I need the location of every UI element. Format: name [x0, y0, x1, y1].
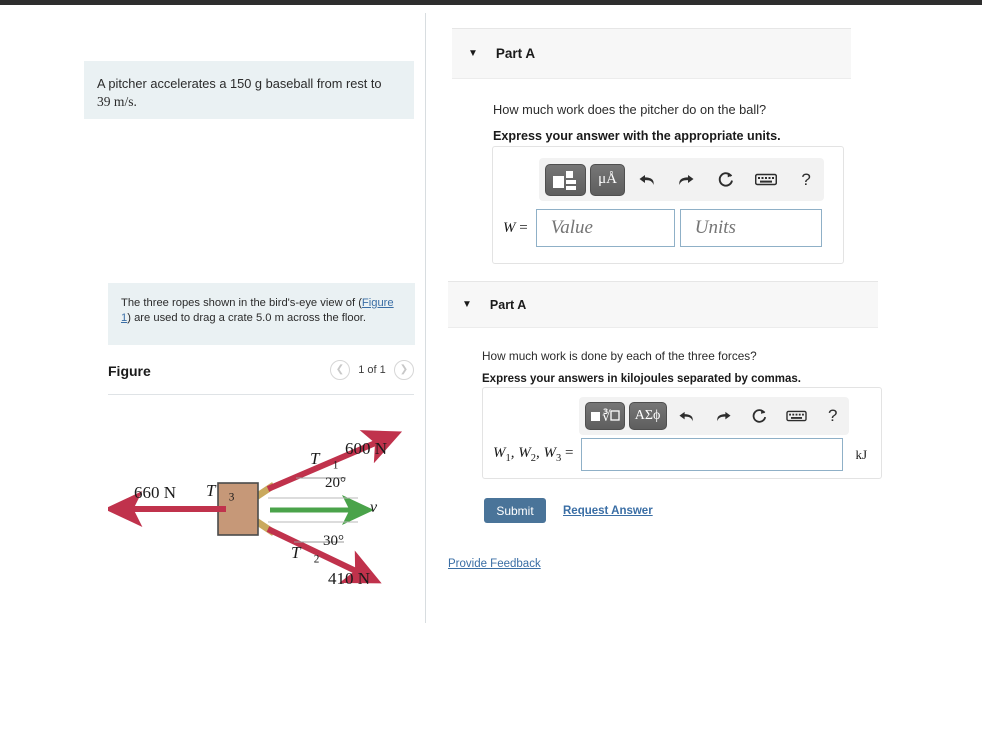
problem-statement-2: The three ropes shown in the bird's-eye … — [108, 283, 415, 345]
panel-2-variable-label: W1, W2, W3 = — [493, 445, 574, 464]
panel-2-answer-card: ∛ ΑΣϕ ? W1, W2, W3 = kJ — [482, 387, 882, 479]
panel-1-title: Part A — [495, 46, 536, 61]
math-template-icon[interactable] — [545, 163, 587, 196]
caret-down-icon[interactable]: ▼ — [468, 48, 478, 59]
combined-answer-input[interactable] — [581, 438, 844, 471]
reset-glyph — [719, 171, 734, 187]
sqrt-template-glyph: ∛ — [590, 408, 620, 425]
problem-statement-1-text: A pitcher accelerates a 150 g baseball f… — [97, 75, 398, 111]
label-t2-angle: 30° — [323, 533, 344, 549]
undo-arrow-icon[interactable] — [629, 163, 665, 197]
label-t1: T⃗1 — [310, 449, 339, 472]
problem-1-text-math: 39 m/s. — [97, 94, 137, 109]
figure-diagram: 600 N T⃗1 20° 660 N T⃗3 30° T⃗2 410 N v⃗ — [104, 405, 414, 610]
unit-suffix-label: kJ — [855, 446, 868, 462]
label-t2-magnitude: 410 N — [328, 569, 371, 588]
units-input[interactable] — [679, 209, 822, 247]
panel-1-instruction: Express your answer with the appropriate… — [493, 129, 781, 143]
units-button[interactable]: μÅ — [590, 163, 625, 196]
label-t1-magnitude: 600 N — [345, 439, 388, 458]
keyboard-glyph — [786, 410, 807, 422]
undo-glyph — [679, 411, 694, 421]
svg-text:∛: ∛ — [602, 408, 611, 425]
figure-pager: ❮ 1 of 1 ❯ — [330, 360, 414, 380]
problem-2-text-lead: The three ropes shown in the bird's-eye … — [121, 297, 362, 309]
figure-divider — [108, 394, 414, 395]
value-input[interactable] — [535, 209, 675, 247]
panel-1-variable-label: W = — [503, 219, 528, 236]
left-problem-column: A pitcher accelerates a 150 g baseball f… — [0, 5, 426, 738]
label-t2: T⃗2 — [291, 543, 320, 566]
request-answer-link[interactable]: Request Answer — [563, 505, 653, 517]
panel-2-body: How much work is done by each of the thr… — [448, 328, 882, 523]
greek-symbols-button[interactable]: ΑΣϕ — [628, 402, 667, 430]
chevron-right-icon: ❯ — [399, 364, 409, 375]
keyboard-icon[interactable] — [748, 163, 784, 197]
panel-1-question: How much work does the pitcher do on the… — [493, 102, 767, 117]
sqrt-template-icon[interactable]: ∛ — [585, 402, 625, 430]
redo-arrow-icon[interactable] — [669, 163, 705, 197]
undo-arrow-icon[interactable] — [671, 401, 704, 431]
figure-next-button[interactable]: ❯ — [394, 360, 414, 380]
label-velocity: v⃗ — [370, 499, 390, 516]
panel-2-answer-row: W1, W2, W3 = kJ — [493, 438, 867, 471]
math-template-glyph — [552, 170, 576, 190]
panel-1-answer-row: W = — [503, 209, 822, 247]
figure-header: Figure ❮ 1 of 1 ❯ — [108, 357, 414, 395]
panel-2-title: Part A — [489, 297, 527, 312]
label-t1-angle: 20° — [325, 475, 346, 491]
caret-down-icon[interactable]: ▼ — [462, 299, 472, 310]
panel-2-instruction: Express your answers in kilojoules separ… — [482, 373, 801, 385]
panel-1-body: How much work does the pitcher do on the… — [452, 79, 851, 264]
undo-glyph — [639, 174, 654, 185]
redo-glyph — [679, 174, 694, 185]
panel-1-math-toolbar: μÅ ? — [539, 158, 824, 201]
submit-button[interactable]: Submit — [484, 498, 546, 523]
help-button[interactable]: ? — [788, 163, 824, 197]
problem-statement-2-text: The three ropes shown in the bird's-eye … — [121, 296, 399, 326]
keyboard-icon[interactable] — [780, 401, 813, 431]
part-a-panel-2: ▼ Part A How much work is done by each o… — [448, 281, 882, 523]
column-divider — [425, 13, 426, 623]
problem-1-text-lead: A pitcher accelerates a 150 g baseball f… — [97, 76, 382, 91]
panel-1-header[interactable]: ▼ Part A — [452, 29, 851, 79]
part-a-panel-1: ▼ Part A How much work does the pitcher … — [452, 28, 851, 268]
problem-2-text-tail: ) are used to drag a crate 5.0 m across … — [127, 312, 367, 324]
redo-glyph — [717, 411, 731, 421]
figure-prev-button[interactable]: ❮ — [330, 360, 350, 380]
panel-2-actions: Submit Request Answer — [484, 498, 653, 523]
reset-glyph — [752, 408, 767, 423]
figure-counter: 1 of 1 — [358, 364, 386, 376]
redo-arrow-icon[interactable] — [707, 401, 740, 431]
chevron-left-icon: ❮ — [335, 364, 345, 375]
figure-title: Figure — [108, 363, 151, 379]
reset-circular-arrow-icon[interactable] — [708, 163, 744, 197]
keyboard-glyph — [755, 173, 778, 186]
reset-circular-arrow-icon[interactable] — [744, 401, 777, 431]
provide-feedback-link[interactable]: Provide Feedback — [448, 558, 541, 570]
problem-statement-1: A pitcher accelerates a 150 g baseball f… — [84, 61, 414, 119]
help-button[interactable]: ? — [817, 401, 850, 431]
panel-1-answer-card: μÅ ? W = Value Units — [492, 146, 844, 264]
label-t3-magnitude: 660 N — [134, 483, 177, 502]
label-t3: T⃗3 — [206, 481, 235, 504]
panel-2-math-toolbar: ∛ ΑΣϕ ? — [579, 397, 849, 435]
panel-2-question: How much work is done by each of the thr… — [482, 349, 757, 363]
panel-2-header[interactable]: ▼ Part A — [448, 282, 878, 328]
